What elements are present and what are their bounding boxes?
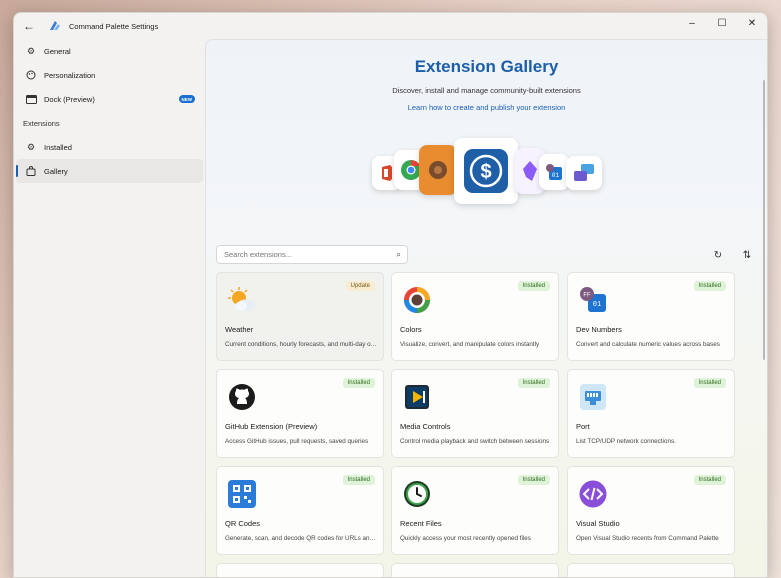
page-subtitle: Discover, install and manage community-b…: [392, 86, 581, 95]
status-badge: Installed: [693, 475, 726, 485]
extension-card-recent-files[interactable]: Installed Recent Files Quickly access yo…: [391, 466, 559, 555]
palette-icon: [24, 68, 38, 82]
hero-icon-collage: $ 01: [206, 138, 767, 208]
extension-card-partial[interactable]: [391, 563, 559, 577]
status-badge: Installed: [517, 281, 550, 291]
extension-card-port[interactable]: Installed Port List TCP/UDP network conn…: [567, 369, 735, 458]
extension-description: Quickly access your most recently opened…: [400, 535, 531, 542]
extension-card-weather[interactable]: Update Weather Current conditions, hourl…: [216, 272, 384, 361]
extension-description: Generate, scan, and decode QR codes for …: [225, 535, 377, 542]
settings-window: ← Command Palette Settings – ☐ ✕ ⚙ Gener…: [13, 12, 768, 578]
extension-name: Port: [576, 422, 590, 431]
extension-name: Recent Files: [400, 519, 442, 528]
extension-description: Open Visual Studio recents from Command …: [576, 535, 719, 542]
extension-card-visual-studio[interactable]: Installed Visual Studio Open Visual Stud…: [567, 466, 735, 555]
extension-description: Access GitHub issues, pull requests, sav…: [225, 438, 369, 445]
minimize-button[interactable]: –: [677, 13, 707, 33]
extension-card-github[interactable]: Installed GitHub Extension (Preview) Acc…: [216, 369, 384, 458]
gallery-content: Extension Gallery Discover, install and …: [205, 39, 767, 577]
recent-files-icon: [402, 479, 432, 509]
windows-tiles-icon: [566, 156, 602, 190]
dev-numbers-icon: 01: [539, 154, 569, 190]
extension-name: Media Controls: [400, 422, 451, 431]
github-icon: [227, 382, 257, 412]
sidebar-item-gallery[interactable]: Gallery: [16, 159, 203, 183]
svg-text:$: $: [480, 161, 491, 183]
refresh-icon: ↻: [713, 249, 723, 261]
status-badge: Installed: [517, 475, 550, 485]
sidebar-item-label: Installed: [44, 142, 72, 152]
extension-name: Colors: [400, 325, 422, 334]
sort-button[interactable]: ⇅: [738, 246, 756, 264]
media-controls-icon: [402, 382, 432, 412]
svg-text:01: 01: [552, 172, 560, 179]
extension-card-partial[interactable]: [216, 563, 384, 577]
extension-name: Visual Studio: [576, 519, 620, 528]
back-arrow-icon[interactable]: ←: [18, 15, 40, 37]
sidebar-item-label: Gallery: [44, 166, 68, 176]
extension-name: QR Codes: [225, 519, 261, 528]
status-badge: Installed: [693, 378, 726, 388]
status-badge: Installed: [517, 378, 550, 388]
status-badge: Installed: [342, 378, 375, 388]
sidebar-section-extensions: Extensions: [23, 118, 60, 128]
search-icon: ⌕: [396, 250, 401, 259]
extension-name: Weather: [225, 325, 254, 334]
qr-code-icon: [227, 479, 257, 509]
status-badge: Installed: [693, 281, 726, 291]
sidebar-nav: ⚙ General Personalization Dock (Preview)…: [14, 39, 205, 577]
svg-text:FF: FF: [583, 293, 591, 299]
svg-text:01: 01: [593, 301, 601, 309]
maximize-button[interactable]: ☐: [707, 13, 737, 33]
refresh-button[interactable]: ↻: [709, 246, 727, 264]
sidebar-item-personalization[interactable]: Personalization: [16, 63, 203, 87]
search-input[interactable]: [224, 250, 384, 259]
search-field[interactable]: ⌕: [216, 245, 408, 264]
extension-description: Convert and calculate numeric values acr…: [576, 341, 720, 348]
extension-name: GitHub Extension (Preview): [225, 422, 318, 431]
extension-description: Visualize, convert, and manipulate color…: [400, 341, 540, 348]
gear-icon: ⚙: [26, 45, 36, 56]
color-wheel-icon: [402, 285, 432, 315]
new-badge: NEW: [178, 95, 195, 103]
extension-name: Dev Numbers: [576, 325, 622, 334]
extension-description: Current conditions, hourly forecasts, an…: [225, 341, 377, 348]
scrollbar[interactable]: [763, 80, 765, 360]
page-title: Extension Gallery: [414, 57, 559, 76]
title-bar: ← Command Palette Settings – ☐ ✕: [14, 13, 767, 39]
close-button[interactable]: ✕: [737, 13, 767, 33]
command-palette-app-icon: [50, 21, 60, 30]
learn-more-link[interactable]: Learn how to create and publish your ext…: [206, 103, 767, 112]
extension-card-dev-numbers[interactable]: FF 01 Installed Dev Numbers Convert and c…: [567, 272, 735, 361]
visual-studio-icon: [578, 479, 608, 509]
dev-numbers-icon: FF 01: [578, 285, 608, 315]
extension-card-partial[interactable]: [567, 563, 735, 577]
status-badge: Installed: [342, 475, 375, 485]
extension-card-qr-codes[interactable]: Installed QR Codes Generate, scan, and d…: [216, 466, 384, 555]
status-badge: Update: [345, 281, 375, 291]
sidebar-item-label: General: [44, 46, 71, 56]
extension-card-media-controls[interactable]: Installed Media Controls Control media p…: [391, 369, 559, 458]
gear-icon: ⚙: [26, 141, 36, 152]
sidebar-item-general[interactable]: ⚙ General: [16, 39, 203, 63]
bag-icon: [24, 164, 38, 178]
sort-icon: ⇅: [742, 249, 752, 261]
sidebar-item-dock[interactable]: Dock (Preview) NEW: [16, 87, 203, 111]
extension-description: List TCP/UDP network connections.: [576, 438, 676, 445]
sidebar-item-installed[interactable]: ⚙ Installed: [16, 135, 203, 159]
sidebar-item-label: Personalization: [44, 70, 96, 80]
sidebar-item-label: Dock (Preview): [44, 94, 95, 104]
port-icon: [578, 382, 608, 412]
window-title: Command Palette Settings: [69, 21, 159, 31]
orange-app-icon: [419, 145, 457, 195]
weather-icon: [227, 285, 257, 315]
extension-description: Control media playback and switch betwee…: [400, 438, 550, 445]
dock-icon: [24, 92, 38, 106]
extension-card-colors[interactable]: Installed Colors Visualize, convert, and…: [391, 272, 559, 361]
currency-converter-icon: $: [454, 138, 518, 204]
